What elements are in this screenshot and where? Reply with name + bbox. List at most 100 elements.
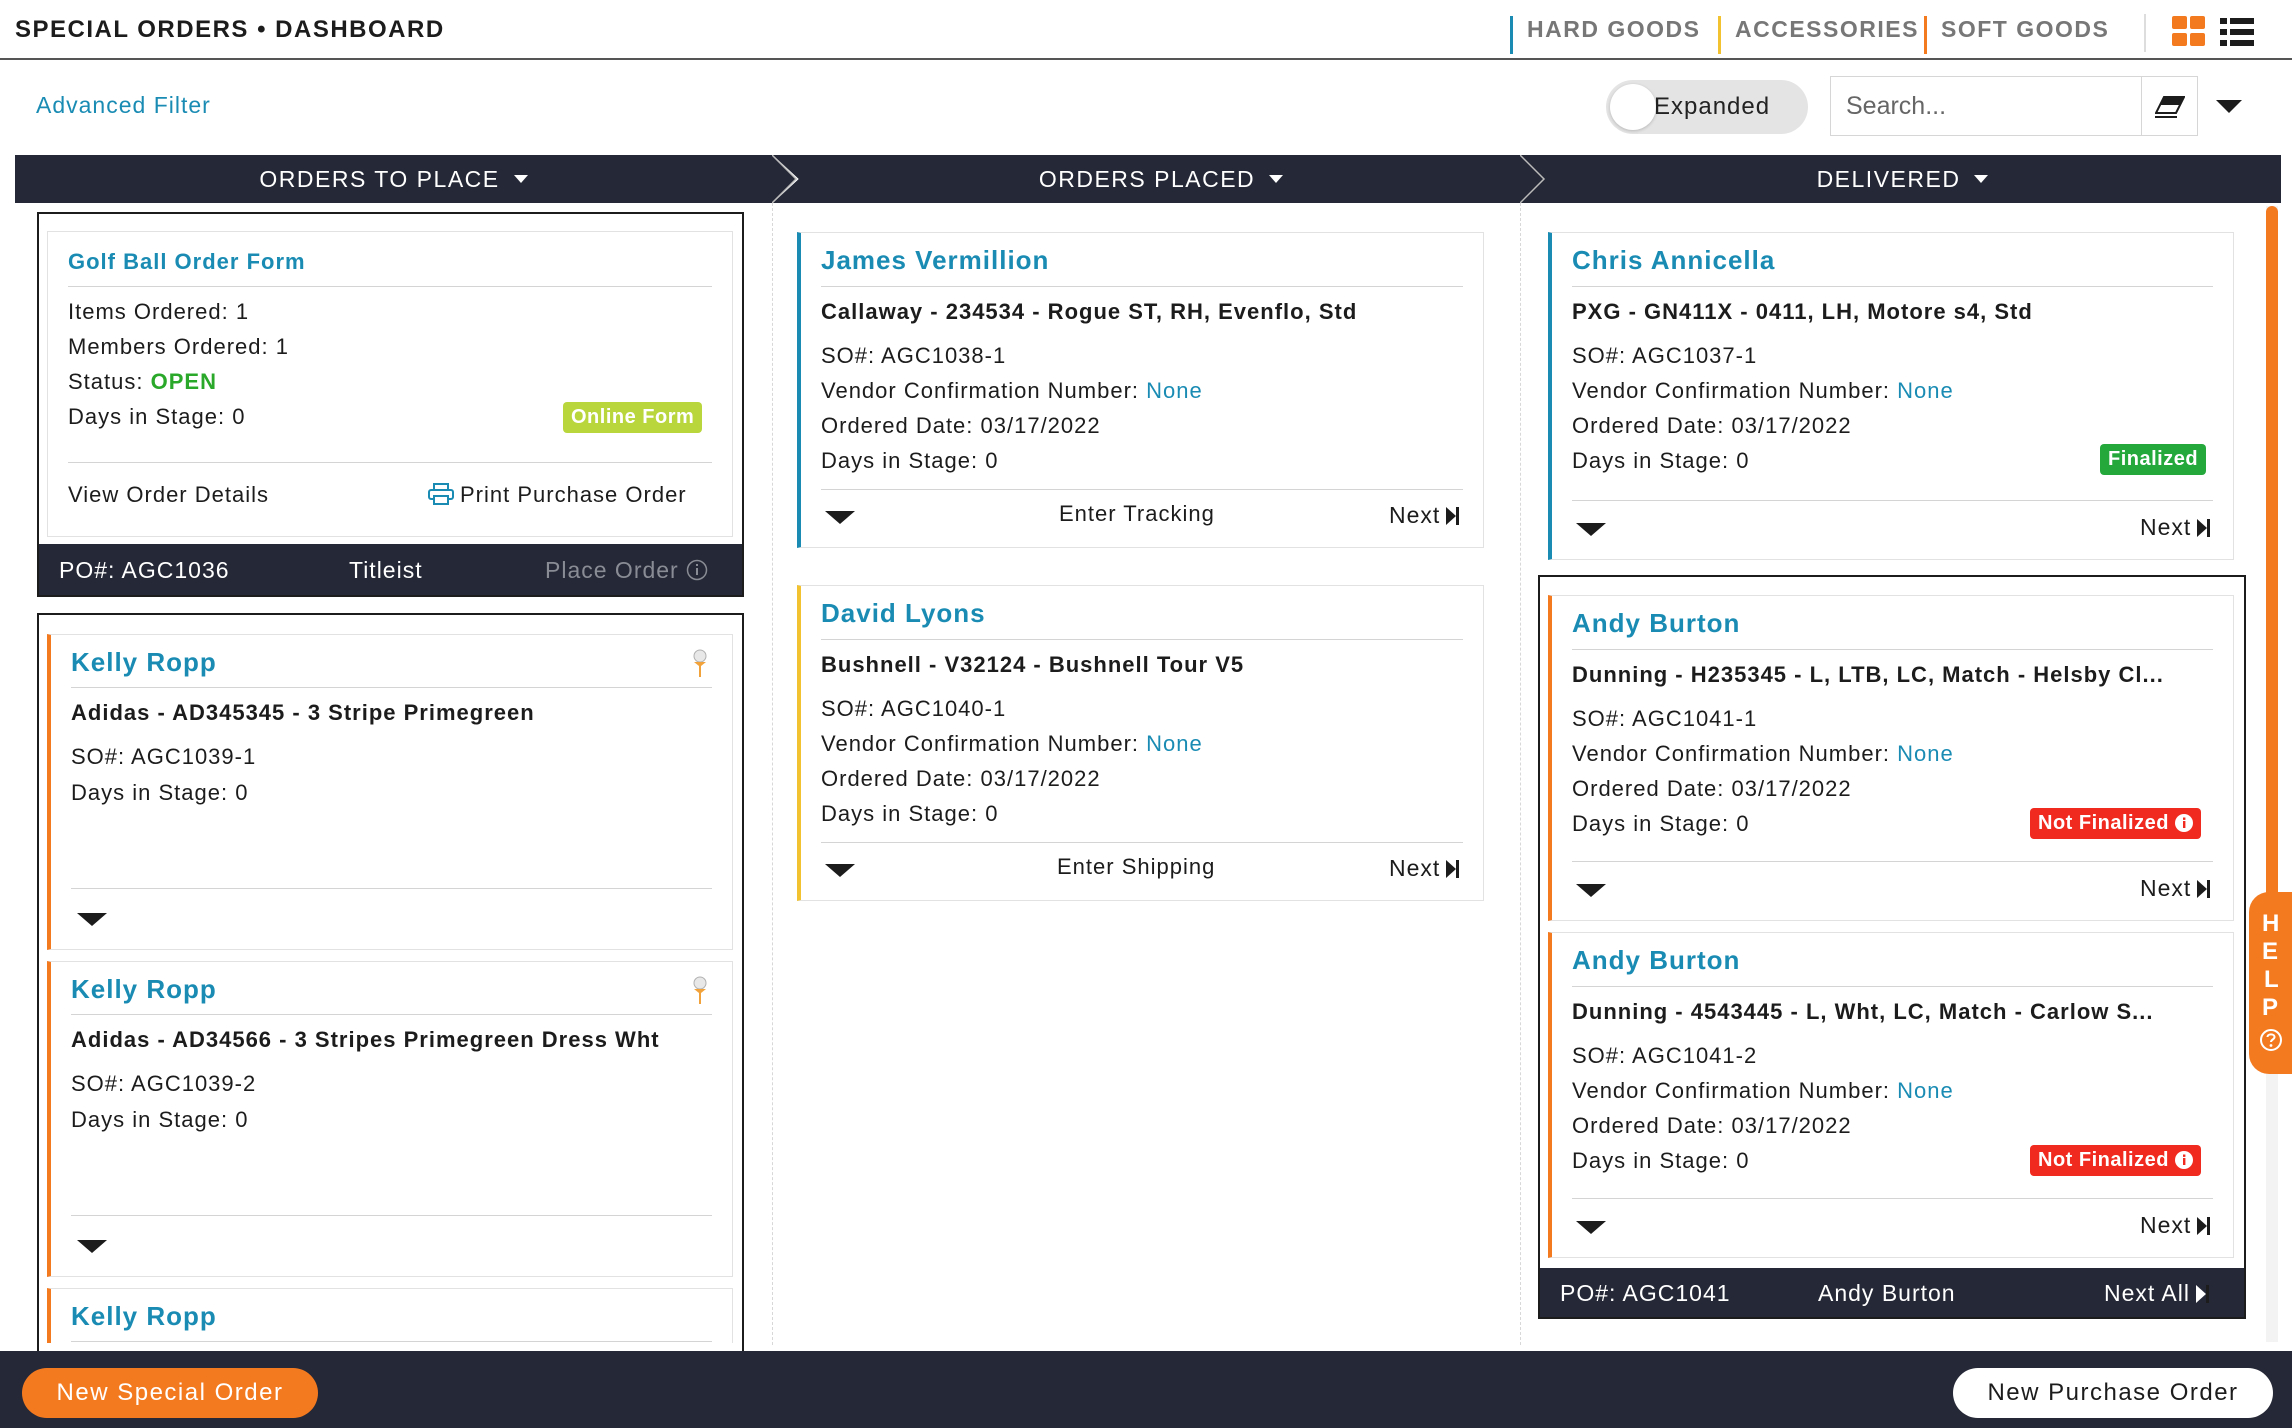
divider xyxy=(821,489,1463,490)
member-name[interactable]: Chris Annicella xyxy=(1572,245,1775,276)
next-button[interactable]: Next xyxy=(1389,855,1460,882)
member-name[interactable]: David Lyons xyxy=(821,598,986,629)
finalized-badge: Finalized xyxy=(2100,444,2207,475)
grid-view-icon[interactable] xyxy=(2172,16,2206,48)
order-card: Andy Burton Dunning - 4543445 - L, Wht, … xyxy=(1548,932,2234,1258)
tab-soft-goods[interactable]: SOFT GOODS xyxy=(1924,16,2109,54)
tab-accessories[interactable]: ACCESSORIES xyxy=(1718,16,1919,54)
divider xyxy=(1572,649,2213,650)
product-description: Callaway - 234534 - Rogue ST, RH, Evenfl… xyxy=(821,299,1358,324)
order-form-title[interactable]: Golf Ball Order Form xyxy=(68,249,306,275)
question-icon xyxy=(2260,1029,2282,1051)
divider xyxy=(1572,286,2213,287)
vendor-confirmation-label: Vendor Confirmation Number: xyxy=(1572,741,1891,766)
toggle-knob xyxy=(1610,84,1656,130)
next-button[interactable]: Next xyxy=(2140,514,2211,541)
skip-next-icon xyxy=(2197,1217,2211,1235)
clear-search-button[interactable] xyxy=(2142,76,2198,136)
vendor-confirmation: Vendor Confirmation Number: None xyxy=(1572,378,1954,404)
chevron-down-icon[interactable] xyxy=(2216,100,2242,113)
not-finalized-label: Not Finalized xyxy=(2038,1149,2169,1171)
po-number: PO#: AGC1041 xyxy=(1560,1280,1731,1306)
next-label: Next xyxy=(2140,875,2192,901)
divider xyxy=(71,888,712,889)
list-view-icon[interactable] xyxy=(2220,16,2254,48)
place-order-button[interactable]: Place Order xyxy=(545,557,708,584)
column-label: ORDERS PLACED xyxy=(1038,166,1256,192)
ordered-date: Ordered Date: 03/17/2022 xyxy=(1572,1113,1852,1138)
expand-caret-icon[interactable] xyxy=(77,913,107,926)
golf-tee-icon xyxy=(693,649,707,677)
expand-caret-icon[interactable] xyxy=(1576,523,1606,536)
info-icon xyxy=(2175,814,2194,832)
next-button[interactable]: Next xyxy=(1389,502,1460,529)
divider xyxy=(821,842,1463,843)
column-orders-to-place[interactable]: ORDERS TO PLACE xyxy=(15,155,772,203)
eraser-icon xyxy=(2155,96,2185,118)
new-special-order-button[interactable]: New Special Order xyxy=(22,1368,318,1418)
footer-bar xyxy=(0,1351,2292,1428)
not-finalized-badge[interactable]: Not Finalized xyxy=(2030,1145,2202,1176)
print-purchase-order-link[interactable]: Print Purchase Order xyxy=(428,482,687,508)
expanded-toggle[interactable]: Expanded xyxy=(1606,80,1808,134)
column-label: DELIVERED xyxy=(1816,166,1961,192)
status-badge: OPEN xyxy=(150,369,217,394)
enter-shipping-link[interactable]: Enter Shipping xyxy=(1057,854,1215,880)
product-description: PXG - GN411X - 0411, LH, Motore s4, Std xyxy=(1572,299,2033,324)
days-in-stage: Days in Stage: 0 xyxy=(1572,1148,1750,1173)
advanced-filter-link[interactable]: Advanced Filter xyxy=(36,92,211,119)
view-order-details-link[interactable]: View Order Details xyxy=(68,482,269,508)
help-tab[interactable]: H E L P xyxy=(2249,892,2292,1074)
expand-caret-icon[interactable] xyxy=(1576,884,1606,897)
not-finalized-label: Not Finalized xyxy=(2038,812,2169,834)
skip-next-icon xyxy=(1446,860,1460,878)
divider xyxy=(1572,986,2213,987)
expand-caret-icon[interactable] xyxy=(1576,1221,1606,1234)
next-button[interactable]: Next xyxy=(2140,1212,2211,1239)
enter-tracking-link[interactable]: Enter Tracking xyxy=(1059,501,1215,527)
caret-down-icon xyxy=(1269,175,1284,183)
search-box xyxy=(1830,76,2142,136)
search-input[interactable] xyxy=(1831,77,2141,135)
order-card: Andy Burton Dunning - H235345 - L, LTB, … xyxy=(1548,595,2234,921)
divider xyxy=(821,639,1463,640)
member-name[interactable]: Andy Burton xyxy=(1572,608,1740,639)
member-name[interactable]: James Vermillion xyxy=(821,245,1049,276)
days-in-stage: Days in Stage: 0 xyxy=(71,780,249,805)
order-form-card: Golf Ball Order Form Items Ordered: 1 Me… xyxy=(47,231,733,537)
top-bar: SPECIAL ORDERS • DASHBOARD HARD GOODS AC… xyxy=(0,0,2292,60)
vendor-confirmation-label: Vendor Confirmation Number: xyxy=(1572,1078,1891,1103)
info-icon xyxy=(2175,1151,2194,1169)
expand-caret-icon[interactable] xyxy=(825,864,855,877)
days-in-stage: Days in Stage: 0 xyxy=(1572,448,1750,473)
expand-caret-icon[interactable] xyxy=(77,1240,107,1253)
help-letter: L xyxy=(2264,966,2279,993)
tab-hard-goods[interactable]: HARD GOODS xyxy=(1510,16,1700,54)
vendor-confirmation-value[interactable]: None xyxy=(1146,378,1203,403)
column-delivered[interactable]: DELIVERED xyxy=(1550,155,2255,203)
po-bar: PO#: AGC1041 Andy Burton Next All xyxy=(1540,1268,2244,1317)
not-finalized-badge[interactable]: Not Finalized xyxy=(2030,808,2202,839)
next-all-button[interactable]: Next All xyxy=(2104,1280,2209,1307)
vendor-confirmation-value[interactable]: None xyxy=(1146,731,1203,756)
vendor-confirmation-value[interactable]: None xyxy=(1897,741,1954,766)
so-number: SO#: AGC1037-1 xyxy=(1572,343,1758,368)
member-name[interactable]: Kelly Ropp xyxy=(71,974,217,1005)
next-button[interactable]: Next xyxy=(2140,875,2211,902)
next-all-label: Next All xyxy=(2104,1280,2190,1306)
member-name[interactable]: Kelly Ropp xyxy=(71,1301,217,1332)
new-purchase-order-button[interactable]: New Purchase Order xyxy=(1953,1368,2273,1418)
member-name[interactable]: Andy Burton xyxy=(1572,945,1740,976)
member-name[interactable]: Kelly Ropp xyxy=(71,647,217,678)
vendor-confirmation: Vendor Confirmation Number: None xyxy=(821,731,1203,757)
order-card: Kelly Ropp Adidas - AD34566 - 3 Stripes … xyxy=(47,961,733,1277)
status-label: Status: xyxy=(68,369,144,394)
so-number: SO#: AGC1040-1 xyxy=(821,696,1007,721)
so-number: SO#: AGC1038-1 xyxy=(821,343,1007,368)
vendor-confirmation-value[interactable]: None xyxy=(1897,378,1954,403)
vendor-confirmation-value[interactable]: None xyxy=(1897,1078,1954,1103)
expand-caret-icon[interactable] xyxy=(825,511,855,524)
divider xyxy=(2144,14,2146,52)
print-purchase-order-label: Print Purchase Order xyxy=(460,482,687,507)
column-orders-placed[interactable]: ORDERS PLACED xyxy=(802,155,1520,203)
